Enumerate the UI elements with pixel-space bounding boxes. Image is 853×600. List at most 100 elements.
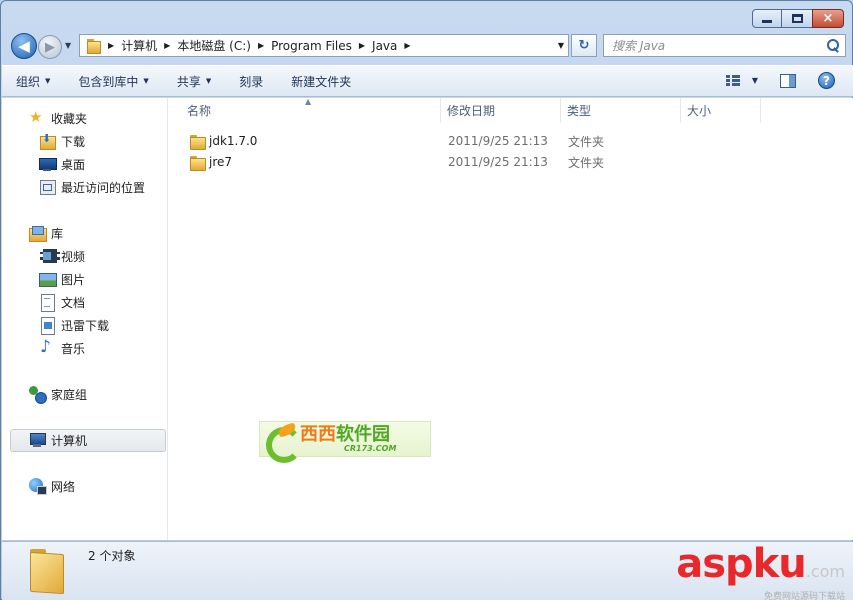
minimize-button[interactable] [752, 9, 782, 28]
sidebar-label: 视频 [61, 249, 86, 264]
include-in-library-label: 包含到库中 [78, 74, 139, 89]
file-type: 文件夹 [568, 155, 605, 170]
downloads-folder-icon [39, 132, 56, 150]
column-header-size[interactable]: 大小 [681, 98, 761, 123]
sidebar-label: 音乐 [61, 341, 86, 356]
address-bar[interactable]: ▶ 计算机 ▶ 本地磁盘 (C:) ▶ Program Files ▶ Java… [79, 34, 569, 57]
share-label: 共享 [176, 74, 201, 89]
content-area: 收藏夹 下载 桌面 最近访问的位置 库 视频 图片 文档 迅雷下载 音乐 家庭组… [2, 97, 853, 540]
explorer-window: × ◀ ▶ ▼ ▶ 计算机 ▶ 本地磁盘 (C:) ▶ Program File… [0, 0, 853, 600]
caption-buttons: × [752, 9, 844, 28]
help-icon[interactable]: ? [818, 72, 835, 89]
refresh-button[interactable]: ↻ [571, 34, 597, 57]
close-button[interactable]: × [812, 9, 844, 28]
aspku-main-text: aspku [676, 541, 807, 587]
computer-icon [29, 432, 46, 448]
new-folder-button[interactable]: 新建文件夹 [291, 73, 351, 90]
view-dropdown-icon[interactable]: ▼ [752, 76, 758, 85]
table-row[interactable]: jdk1.7.0 2011/9/25 21:13 文件夹 [169, 131, 853, 151]
organize-button[interactable]: 组织 ▼ [16, 73, 50, 90]
thunder-download-icon [39, 317, 55, 335]
sidebar-label: 迅雷下载 [61, 318, 110, 333]
video-icon [39, 248, 60, 264]
file-name-cell: jdk1.7.0 [189, 134, 257, 150]
sidebar-item-network[interactable]: 网络 [29, 476, 75, 496]
recent-pages-dropdown[interactable]: ▼ [65, 41, 71, 50]
sidebar-item-documents[interactable]: 文档 [39, 292, 85, 312]
chevron-right-icon: ▶ [108, 41, 115, 50]
file-date: 2011/9/25 21:13 [448, 134, 548, 148]
cr173-watermark-logo: 西西软件园 CR173.COM [259, 421, 431, 463]
sidebar-label: 下载 [61, 134, 86, 149]
sidebar-item-favorites[interactable]: 收藏夹 [29, 108, 87, 128]
sidebar-label: 图片 [61, 272, 86, 287]
sidebar-item-music[interactable]: 音乐 [39, 337, 86, 358]
library-icon [29, 225, 47, 242]
network-icon [29, 478, 47, 495]
chevron-right-icon[interactable]: ▶ [258, 41, 264, 50]
sidebar-label: 计算机 [51, 433, 88, 448]
chevron-down-icon: ▼ [45, 77, 51, 85]
sidebar-label: 家庭组 [51, 387, 88, 402]
forward-arrow-icon: ▶ [45, 39, 55, 55]
sidebar-item-computer[interactable]: 计算机 [29, 430, 87, 450]
search-icon[interactable] [825, 38, 841, 54]
cr173-logo-icon [264, 423, 302, 463]
preview-pane-icon[interactable] [780, 73, 796, 88]
column-header-name[interactable]: 名称 [181, 98, 441, 123]
maximize-button[interactable] [781, 9, 813, 28]
forward-button[interactable]: ▶ [38, 35, 62, 59]
sidebar-item-recent-places[interactable]: 最近访问的位置 [39, 177, 145, 197]
desktop-icon [39, 156, 57, 172]
help-glyph: ? [823, 73, 830, 88]
sidebar-item-downloads[interactable]: 下载 [39, 131, 85, 151]
folder-icon [28, 547, 68, 593]
search-box[interactable] [603, 34, 846, 57]
sidebar-item-videos[interactable]: 视频 [39, 246, 85, 266]
sidebar-item-homegroup[interactable]: 家庭组 [29, 384, 87, 404]
chevron-right-icon[interactable]: ▶ [359, 41, 365, 50]
burn-button[interactable]: 刻录 [239, 73, 263, 90]
watermark-text-b: 软件园 [336, 423, 390, 445]
star-icon [29, 108, 45, 126]
back-arrow-icon: ◀ [18, 37, 30, 55]
file-name-cell: jre7 [189, 155, 232, 171]
back-button[interactable]: ◀ [11, 33, 37, 59]
column-label: 大小 [687, 104, 712, 118]
sidebar-label: 最近访问的位置 [61, 180, 146, 195]
navigation-bar: ◀ ▶ ▼ ▶ 计算机 ▶ 本地磁盘 (C:) ▶ Program Files … [9, 33, 847, 59]
sidebar-item-desktop[interactable]: 桌面 [39, 154, 85, 174]
search-input[interactable] [612, 38, 825, 53]
breadcrumb-program-files[interactable]: Program Files [271, 35, 352, 56]
watermark-sub: CR173.COM [344, 443, 397, 453]
breadcrumb-computer[interactable]: 计算机 [121, 35, 157, 56]
change-view-icon[interactable] [725, 74, 740, 87]
file-type: 文件夹 [568, 134, 605, 149]
music-icon [39, 337, 55, 357]
include-in-library-button[interactable]: 包含到库中 ▼ [78, 73, 148, 90]
sidebar-item-libraries[interactable]: 库 [29, 223, 63, 243]
column-label: 名称 [187, 104, 212, 118]
refresh-icon: ↻ [578, 38, 590, 53]
new-folder-label: 新建文件夹 [291, 74, 352, 89]
chevron-right-icon[interactable]: ▶ [404, 41, 410, 50]
sidebar-label: 库 [51, 226, 64, 241]
sidebar-item-pictures[interactable]: 图片 [39, 269, 85, 289]
breadcrumb-java[interactable]: Java [372, 35, 397, 56]
watermark-text-a: 西西 [300, 423, 336, 445]
sidebar-item-thunder-downloads[interactable]: 迅雷下载 [39, 315, 109, 335]
folder-icon [189, 155, 206, 171]
table-row[interactable]: jre7 2011/9/25 21:13 文件夹 [169, 152, 853, 172]
sidebar-label: 桌面 [61, 157, 86, 172]
document-icon [39, 294, 55, 312]
breadcrumb-local-disk[interactable]: 本地磁盘 (C:) [177, 35, 251, 56]
column-header-date[interactable]: 修改日期 [441, 98, 561, 123]
share-button[interactable]: 共享 ▼ [177, 73, 211, 90]
address-history-dropdown[interactable]: ▼ [558, 41, 564, 50]
recent-places-icon [39, 179, 56, 195]
homegroup-icon [29, 386, 47, 404]
details-pane: 2 个对象 aspku.com 免费网站源码下载站 [2, 541, 853, 600]
command-bar: 组织 ▼ 包含到库中 ▼ 共享 ▼ 刻录 新建文件夹 ▼ ? [2, 65, 853, 97]
chevron-right-icon[interactable]: ▶ [164, 41, 170, 50]
column-header-type[interactable]: 类型 [561, 98, 681, 123]
